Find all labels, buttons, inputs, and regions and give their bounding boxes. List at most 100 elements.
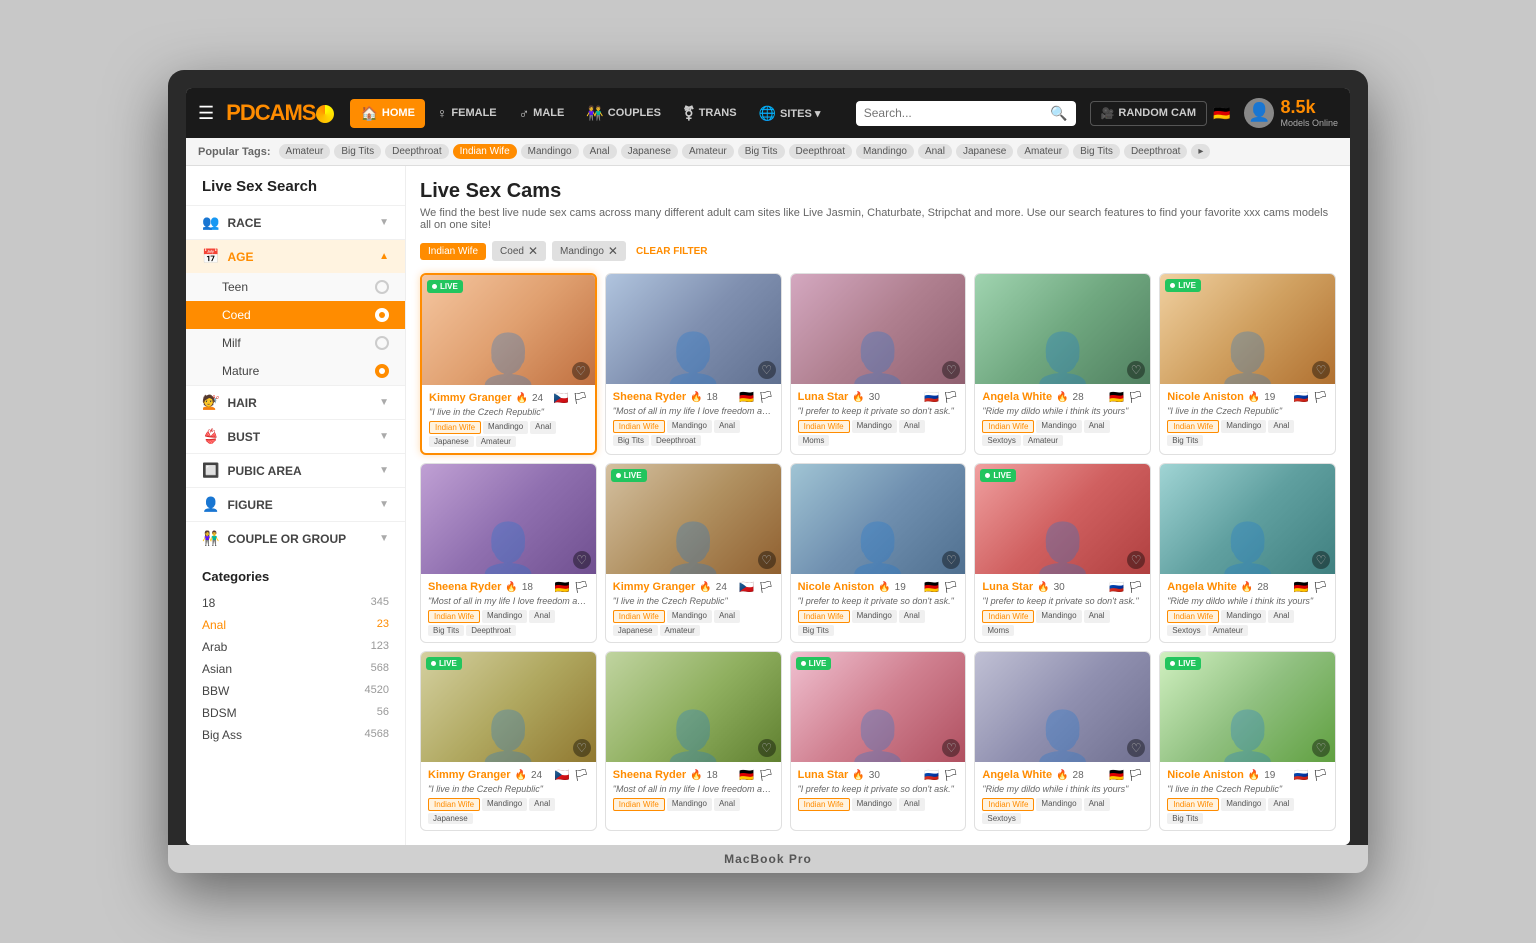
sidebar-item-hair[interactable]: 💇 HAIR ▼ <box>186 386 405 419</box>
filter-coed-close[interactable]: ✕ <box>528 244 538 258</box>
tag-anal-1[interactable]: Anal <box>583 144 617 159</box>
cam-card-3[interactable]: 👤 ♡ Angela White 🔥 28 🇩🇪 🏳 "Ride my dild… <box>974 273 1151 455</box>
tag-mandingo-2[interactable]: Mandingo <box>856 144 914 159</box>
cam-tag: Mandingo <box>1221 420 1266 433</box>
sidebar-item-couple[interactable]: 👫 COUPLE OR GROUP ▼ <box>186 522 405 555</box>
tag-amateur-2[interactable]: Amateur <box>682 144 734 159</box>
nav-couples[interactable]: 👫 COUPLES <box>576 99 671 128</box>
cam-flag: 🇨🇿 <box>554 391 569 405</box>
cam-card-1[interactable]: 👤 ♡ Sheena Ryder 🔥 18 🇩🇪 🏳 "Most of all … <box>605 273 782 455</box>
favorite-icon[interactable]: ♡ <box>1312 551 1330 569</box>
cam-thumbnail: 👤 ♡ <box>606 274 781 384</box>
cam-card-8[interactable]: 👤 LIVE ♡ Luna Star 🔥 30 🇷🇺 🏳 "I prefer t… <box>974 463 1151 643</box>
flame-icon: 🔥 <box>1037 582 1049 593</box>
cam-tag: Mandingo <box>483 421 528 434</box>
tag-bigtits-2[interactable]: Big Tits <box>738 144 785 159</box>
bust-label: BUST <box>227 430 371 444</box>
hair-label: HAIR <box>227 396 371 410</box>
category-bbw[interactable]: BBW 4520 <box>186 680 405 702</box>
flame-icon: 🔥 <box>699 582 711 593</box>
favorite-icon[interactable]: ♡ <box>758 739 776 757</box>
nav-sites[interactable]: 🌐 SITES ▾ <box>749 99 831 128</box>
tag-anal-2[interactable]: Anal <box>918 144 952 159</box>
nav-home[interactable]: 🏠 HOME <box>350 99 424 128</box>
cam-name: Sheena Ryder <box>428 581 501 593</box>
category-18[interactable]: 18 345 <box>186 592 405 614</box>
cam-card-4[interactable]: 👤 LIVE ♡ Nicole Aniston 🔥 19 🇷🇺 🏳 "I liv… <box>1159 273 1336 455</box>
cam-tag: Indian Wife <box>1167 798 1219 811</box>
cam-tag: Moms <box>798 435 830 446</box>
cam-card-14[interactable]: 👤 LIVE ♡ Nicole Aniston 🔥 19 🇷🇺 🏳 "I liv… <box>1159 651 1336 831</box>
favorite-icon[interactable]: ♡ <box>1312 739 1330 757</box>
tag-japanese-1[interactable]: Japanese <box>621 144 678 159</box>
tag-bigtits-1[interactable]: Big Tits <box>334 144 381 159</box>
sidebar-item-figure[interactable]: 👤 FIGURE ▼ <box>186 488 405 521</box>
language-flag[interactable]: 🇩🇪 <box>1213 105 1230 122</box>
search-input[interactable] <box>864 106 1051 120</box>
clear-filter-button[interactable]: CLEAR FILTER <box>636 246 707 257</box>
tag-mandingo-1[interactable]: Mandingo <box>521 144 579 159</box>
favorite-icon[interactable]: ♡ <box>572 362 590 380</box>
cam-tag: Mandingo <box>852 420 897 433</box>
category-bigass[interactable]: Big Ass 4568 <box>186 724 405 746</box>
cam-card-11[interactable]: 👤 ♡ Sheena Ryder 🔥 18 🇩🇪 🏳 "Most of all … <box>605 651 782 831</box>
tag-indianwife[interactable]: Indian Wife <box>453 144 517 159</box>
tag-amateur-1[interactable]: Amateur <box>279 144 331 159</box>
nav-female[interactable]: ♀ FEMALE <box>427 99 507 128</box>
cam-info: Luna Star 🔥 30 🇷🇺 🏳 "I prefer to keep it… <box>791 384 966 452</box>
cam-tag: Anal <box>529 798 555 811</box>
cam-card-13[interactable]: 👤 ♡ Angela White 🔥 28 🇩🇪 🏳 "Ride my dild… <box>974 651 1151 831</box>
random-cam-button[interactable]: 🎥 RANDOM CAM <box>1090 101 1207 126</box>
age-option-coed[interactable]: Coed <box>186 301 405 329</box>
trans-icon: ⚧ <box>683 105 695 122</box>
cam-name: Angela White <box>982 769 1052 781</box>
cam-card-0[interactable]: 👤 LIVE ♡ Kimmy Granger 🔥 24 🇨🇿 🏳 "I live… <box>420 273 597 455</box>
category-arab[interactable]: Arab 123 <box>186 636 405 658</box>
tag-amateur-3[interactable]: Amateur <box>1017 144 1069 159</box>
sidebar-item-pubic[interactable]: 🔲 PUBIC AREA ▼ <box>186 454 405 487</box>
sidebar-item-bust[interactable]: 👙 BUST ▼ <box>186 420 405 453</box>
category-anal[interactable]: Anal 23 <box>186 614 405 636</box>
search-icon[interactable]: 🔍 <box>1050 105 1067 122</box>
tag-deepthroat-3[interactable]: Deepthroat <box>1124 144 1187 159</box>
nav-male[interactable]: ♂ MALE <box>509 99 575 128</box>
cam-card-9[interactable]: 👤 ♡ Angela White 🔥 28 🇩🇪 🏳 "Ride my dild… <box>1159 463 1336 643</box>
filter-chip-coed[interactable]: Coed ✕ <box>492 241 546 261</box>
tag-bigtits-3[interactable]: Big Tits <box>1073 144 1120 159</box>
cam-tag: Japanese <box>613 625 658 636</box>
sidebar-item-age[interactable]: 📅 AGE ▲ <box>186 240 405 273</box>
favorite-icon[interactable]: ♡ <box>573 551 591 569</box>
nav-trans[interactable]: ⚧ TRANS <box>673 99 747 128</box>
cam-card-10[interactable]: 👤 LIVE ♡ Kimmy Granger 🔥 24 🇨🇿 🏳 "I live… <box>420 651 597 831</box>
cam-card-12[interactable]: 👤 LIVE ♡ Luna Star 🔥 30 🇷🇺 🏳 "I prefer t… <box>790 651 967 831</box>
sidebar-item-race[interactable]: 👥 RACE ▼ <box>186 206 405 239</box>
age-option-teen[interactable]: Teen <box>186 273 405 301</box>
person-silhouette: 👤 <box>1160 464 1335 574</box>
tag-deepthroat-1[interactable]: Deepthroat <box>385 144 448 159</box>
age-option-milf[interactable]: Milf <box>186 329 405 357</box>
tag-japanese-2[interactable]: Japanese <box>956 144 1013 159</box>
favorite-icon[interactable]: ♡ <box>1312 361 1330 379</box>
filter-chip-mandingo[interactable]: Mandingo ✕ <box>552 241 626 261</box>
laptop-base-label: MacBook Pro <box>724 852 812 866</box>
age-option-mature[interactable]: Mature <box>186 357 405 385</box>
favorite-icon[interactable]: ♡ <box>758 551 776 569</box>
tag-deepthroat-2[interactable]: Deepthroat <box>789 144 852 159</box>
cam-quote: "Ride my dildo while i think its yours" <box>1167 596 1328 606</box>
filter-mandingo-close[interactable]: ✕ <box>608 244 618 258</box>
category-bdsm[interactable]: BDSM 56 <box>186 702 405 724</box>
cam-tag: Mandingo <box>667 610 712 623</box>
cam-card-5[interactable]: 👤 ♡ Sheena Ryder 🔥 18 🇩🇪 🏳 "Most of all … <box>420 463 597 643</box>
favorite-icon[interactable]: ♡ <box>573 739 591 757</box>
cam-card-7[interactable]: 👤 ♡ Nicole Aniston 🔥 19 🇩🇪 🏳 "I prefer t… <box>790 463 967 643</box>
category-asian[interactable]: Asian 568 <box>186 658 405 680</box>
filter-chip-indianwife[interactable]: Indian Wife <box>420 243 486 260</box>
hamburger-icon[interactable]: ☰ <box>198 103 214 124</box>
cam-tag: Big Tits <box>1167 813 1203 824</box>
cam-card-6[interactable]: 👤 LIVE ♡ Kimmy Granger 🔥 24 🇨🇿 🏳 "I live… <box>605 463 782 643</box>
tag-more[interactable]: ▸ <box>1191 144 1210 159</box>
cam-thumbnail: 👤 LIVE ♡ <box>1160 274 1335 384</box>
cam-flag2: 🏳 <box>1128 390 1143 404</box>
favorite-icon[interactable]: ♡ <box>758 361 776 379</box>
cam-card-2[interactable]: 👤 ♡ Luna Star 🔥 30 🇷🇺 🏳 "I prefer to kee… <box>790 273 967 455</box>
